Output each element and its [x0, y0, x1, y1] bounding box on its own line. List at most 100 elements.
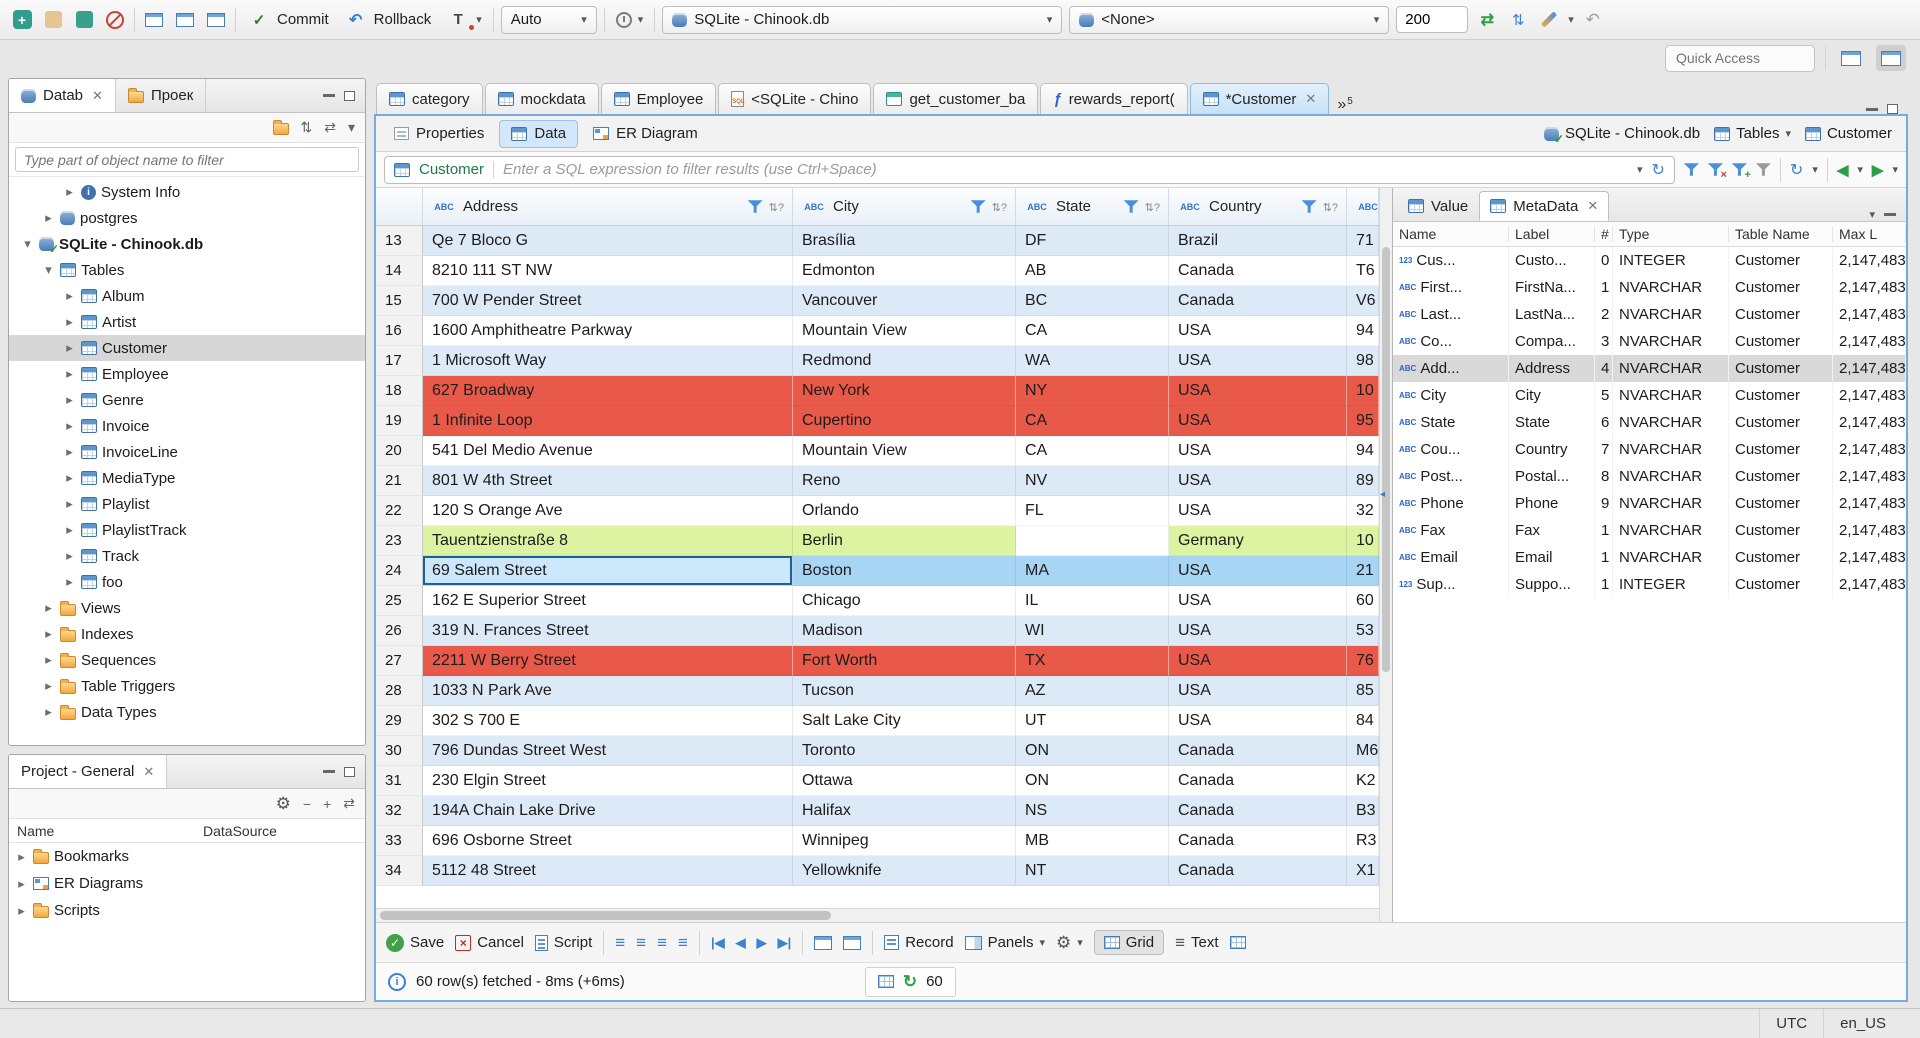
- cell-address[interactable]: 1 Microsoft Way: [423, 346, 793, 376]
- auto-refresh-icon[interactable]: [1790, 160, 1803, 180]
- cell-country[interactable]: Canada: [1169, 766, 1347, 796]
- meta-cell-type[interactable]: NVARCHAR: [1613, 490, 1729, 517]
- meta-cell-tablename[interactable]: Customer: [1729, 382, 1833, 409]
- row-number-header[interactable]: [376, 188, 423, 225]
- meta-cell-tablename[interactable]: Customer: [1729, 409, 1833, 436]
- perspective-dba-button[interactable]: [1876, 45, 1906, 71]
- grid-row[interactable]: 20 541 Del Medio Avenue Mountain View CA…: [376, 436, 1379, 466]
- column-header-address[interactable]: Address: [423, 188, 793, 225]
- table-icon[interactable]: [1229, 936, 1246, 949]
- cell-state[interactable]: BC: [1016, 286, 1169, 316]
- tree-expander-icon[interactable]: [63, 340, 76, 356]
- cell-postalcode[interactable]: 32: [1347, 496, 1379, 526]
- grid-row[interactable]: 23 Tauentzienstraße 8 Berlin Germany 10: [376, 526, 1379, 556]
- meta-cell-maxlength[interactable]: 2,147,483: [1833, 355, 1906, 382]
- add-row-icon[interactable]: [636, 933, 646, 953]
- maximize-icon[interactable]: [344, 90, 355, 101]
- tree-expander-icon[interactable]: [42, 678, 55, 694]
- row-number-cell[interactable]: 24: [376, 556, 423, 586]
- meta-cell-label[interactable]: Postal...: [1509, 463, 1595, 490]
- meta-cell-label[interactable]: State: [1509, 409, 1595, 436]
- fetch-all-icon[interactable]: [843, 935, 862, 950]
- grid-row[interactable]: 34 5112 48 Street Yellowknife NT Canada …: [376, 856, 1379, 886]
- meta-cell-type[interactable]: NVARCHAR: [1613, 409, 1729, 436]
- cell-state[interactable]: MA: [1016, 556, 1169, 586]
- cell-postalcode[interactable]: M6: [1347, 736, 1379, 766]
- settings-button[interactable]: ▾: [1056, 933, 1083, 953]
- filter-remove-icon[interactable]: ×: [1707, 162, 1727, 181]
- meta-cell-label[interactable]: Suppo...: [1509, 571, 1595, 598]
- tree-expander-icon[interactable]: [42, 600, 55, 616]
- metadata-row[interactable]: First... FirstNa... 1 NVARCHAR Customer …: [1393, 274, 1906, 301]
- tree-item[interactable]: System Info: [9, 179, 365, 205]
- cell-city[interactable]: Fort Worth: [793, 646, 1016, 676]
- meta-cell-type[interactable]: INTEGER: [1613, 571, 1729, 598]
- meta-col-maxlength[interactable]: Max L: [1833, 226, 1906, 242]
- meta-cell-type[interactable]: NVARCHAR: [1613, 436, 1729, 463]
- tree-item[interactable]: postgres: [9, 205, 365, 231]
- tree-item[interactable]: Playlist: [9, 491, 365, 517]
- tab-overflow-indicator[interactable]: » 5: [1337, 96, 1352, 114]
- script-button[interactable]: Script: [534, 934, 592, 951]
- cell-city[interactable]: Cupertino: [793, 406, 1016, 436]
- history-forward-icon[interactable]: ▶: [1872, 161, 1884, 179]
- grid-row[interactable]: 33 696 Osborne Street Winnipeg MB Canada…: [376, 826, 1379, 856]
- last-row-icon[interactable]: ▶|: [778, 935, 792, 951]
- cell-state[interactable]: CA: [1016, 406, 1169, 436]
- cell-address[interactable]: 162 E Superior Street: [423, 586, 793, 616]
- grid-row[interactable]: 16 1600 Amphitheatre Parkway Mountain Vi…: [376, 316, 1379, 346]
- meta-cell-label[interactable]: Compa...: [1509, 328, 1595, 355]
- meta-cell-name[interactable]: Email: [1393, 544, 1509, 571]
- column-filter-icon[interactable]: [970, 200, 986, 213]
- meta-cell-maxlength[interactable]: 2,147,483: [1833, 301, 1906, 328]
- tree-expander-icon[interactable]: [42, 262, 55, 278]
- cell-address[interactable]: 541 Del Medio Avenue: [423, 436, 793, 466]
- previous-row-icon[interactable]: ◀: [736, 935, 746, 951]
- meta-cell-number[interactable]: 1: [1595, 517, 1613, 544]
- tab-project-general[interactable]: Project - General ✕: [9, 755, 168, 788]
- tree-expander-icon[interactable]: [42, 704, 55, 720]
- cell-city[interactable]: Toronto: [793, 736, 1016, 766]
- filter-history-icon[interactable]: ▾: [1637, 163, 1643, 176]
- cell-state[interactable]: ON: [1016, 766, 1169, 796]
- meta-cell-number[interactable]: 1: [1595, 571, 1613, 598]
- cell-state[interactable]: AB: [1016, 256, 1169, 286]
- cell-address[interactable]: 796 Dundas Street West: [423, 736, 793, 766]
- quick-access-input[interactable]: [1665, 44, 1815, 72]
- grid-row[interactable]: 22 120 S Orange Ave Orlando FL USA 32: [376, 496, 1379, 526]
- tree-expander-icon[interactable]: [15, 903, 28, 919]
- metadata-row[interactable]: Cou... Country 7 NVARCHAR Customer 2,147…: [1393, 436, 1906, 463]
- meta-cell-name[interactable]: First...: [1393, 274, 1509, 301]
- cell-country[interactable]: USA: [1169, 436, 1347, 466]
- tree-expander-icon[interactable]: [15, 876, 28, 892]
- meta-cell-number[interactable]: 9: [1595, 490, 1613, 517]
- row-number-cell[interactable]: 20: [376, 436, 423, 466]
- tree-item[interactable]: Track: [9, 543, 365, 569]
- tree-item[interactable]: Views: [9, 595, 365, 621]
- tree-item[interactable]: Album: [9, 283, 365, 309]
- meta-cell-tablename[interactable]: Customer: [1729, 355, 1833, 382]
- meta-cell-label[interactable]: LastNa...: [1509, 301, 1595, 328]
- filter-save-icon[interactable]: +: [1731, 162, 1751, 181]
- tree-item[interactable]: Table Triggers: [9, 673, 365, 699]
- meta-cell-number[interactable]: 1: [1595, 544, 1613, 571]
- meta-cell-number[interactable]: 4: [1595, 355, 1613, 382]
- row-number-cell[interactable]: 16: [376, 316, 423, 346]
- cell-city[interactable]: Madison: [793, 616, 1016, 646]
- meta-cell-name[interactable]: Cus...: [1393, 247, 1509, 274]
- cell-state[interactable]: NS: [1016, 796, 1169, 826]
- tree-item[interactable]: Genre: [9, 387, 365, 413]
- tree-expander-icon[interactable]: [42, 652, 55, 668]
- meta-cell-type[interactable]: NVARCHAR: [1613, 301, 1729, 328]
- cell-address[interactable]: 627 Broadway: [423, 376, 793, 406]
- meta-cell-number[interactable]: 8: [1595, 463, 1613, 490]
- meta-cell-number[interactable]: 3: [1595, 328, 1613, 355]
- meta-cell-maxlength[interactable]: 2,147,483: [1833, 436, 1906, 463]
- cell-city[interactable]: Winnipeg: [793, 826, 1016, 856]
- timezone-indicator[interactable]: UTC: [1759, 1009, 1823, 1038]
- transaction-mode-button[interactable]: T ▾: [442, 8, 486, 32]
- fetch-arrows-icon[interactable]: [1475, 8, 1499, 32]
- scrollbar-thumb[interactable]: [380, 911, 832, 920]
- tree-item[interactable]: SQLite - Chinook.db: [9, 231, 365, 257]
- grid-row[interactable]: 32 194A Chain Lake Drive Halifax NS Cana…: [376, 796, 1379, 826]
